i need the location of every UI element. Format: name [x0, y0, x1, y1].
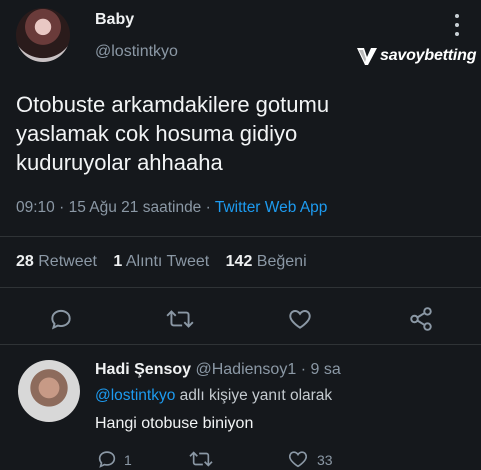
- tweet-meta: 09:10 · 15 Ağu 21 saatinde · Twitter Web…: [16, 199, 327, 217]
- retweets-stat[interactable]: 28 Retweet: [16, 253, 97, 270]
- tweet-time[interactable]: 09:10: [16, 199, 55, 216]
- meta-separator: ·: [59, 199, 69, 216]
- retweets-count: 28: [16, 253, 34, 270]
- more-vertical-icon[interactable]: [451, 12, 463, 38]
- retweets-label: Retweet: [38, 253, 97, 270]
- tweet-stats: 28 Retweet 1 Alıntı Tweet 142 Beğeni: [16, 253, 319, 271]
- likes-stat[interactable]: 142 Beğeni: [226, 253, 307, 270]
- like-icon[interactable]: [287, 448, 309, 470]
- likes-count: 142: [225, 253, 253, 270]
- divider: [0, 236, 481, 237]
- tweet-text-line: yaslamak cok hosuma gidiyo: [16, 121, 298, 146]
- tweet-source[interactable]: Twitter Web App: [215, 199, 328, 216]
- tweet-text: Otobuste arkamdakilere gotumu yaslamak c…: [16, 90, 456, 177]
- meta-separator: ·: [205, 199, 215, 216]
- replying-to-suffix: adlı kişiye yanıt olarak: [179, 387, 333, 404]
- user-handle[interactable]: @lostintkyo: [95, 43, 178, 61]
- tweet-date[interactable]: 15 Ağu 21 saatinde: [69, 199, 202, 216]
- divider: [0, 287, 481, 288]
- display-name[interactable]: Baby: [95, 11, 134, 29]
- brand-v-icon: [357, 48, 377, 65]
- like-icon[interactable]: [287, 306, 313, 332]
- reply-header: Hadi Şensoy @Hadiensoy1 · 9 sa: [95, 361, 341, 379]
- share-icon[interactable]: [408, 306, 434, 332]
- reply-text: Hangi otobuse biniyon: [95, 415, 254, 432]
- quotes-stat[interactable]: 1 Alıntı Tweet: [113, 253, 209, 270]
- meta-separator: ·: [300, 361, 311, 378]
- tweet-text-line: Otobuste arkamdakilere gotumu: [16, 92, 330, 117]
- reply-icon[interactable]: [96, 448, 118, 470]
- quotes-label: Alıntı Tweet: [125, 253, 210, 270]
- reply-time[interactable]: 9 sa: [310, 361, 340, 378]
- quotes-count: 1: [113, 253, 123, 270]
- likes-label: Beğeni: [256, 253, 307, 270]
- reply-display-name[interactable]: Hadi Şensoy: [95, 361, 191, 378]
- divider: [0, 344, 481, 345]
- avatar[interactable]: [16, 8, 70, 62]
- replying-to: @lostintkyo adlı kişiye yanıt olarak: [95, 387, 332, 405]
- reply-avatar[interactable]: [18, 360, 80, 422]
- retweet-icon[interactable]: [188, 448, 214, 470]
- replying-to-handle[interactable]: @lostintkyo: [95, 387, 175, 404]
- watermark-logo: savoybetting: [356, 42, 480, 70]
- tweet-text-line: kuduruyolar ahhaaha: [16, 150, 223, 175]
- reply-handle[interactable]: @Hadiensoy1: [195, 361, 296, 378]
- watermark-text: savoybetting: [380, 47, 477, 64]
- retweet-icon[interactable]: [165, 306, 195, 332]
- reply-icon[interactable]: [48, 306, 74, 332]
